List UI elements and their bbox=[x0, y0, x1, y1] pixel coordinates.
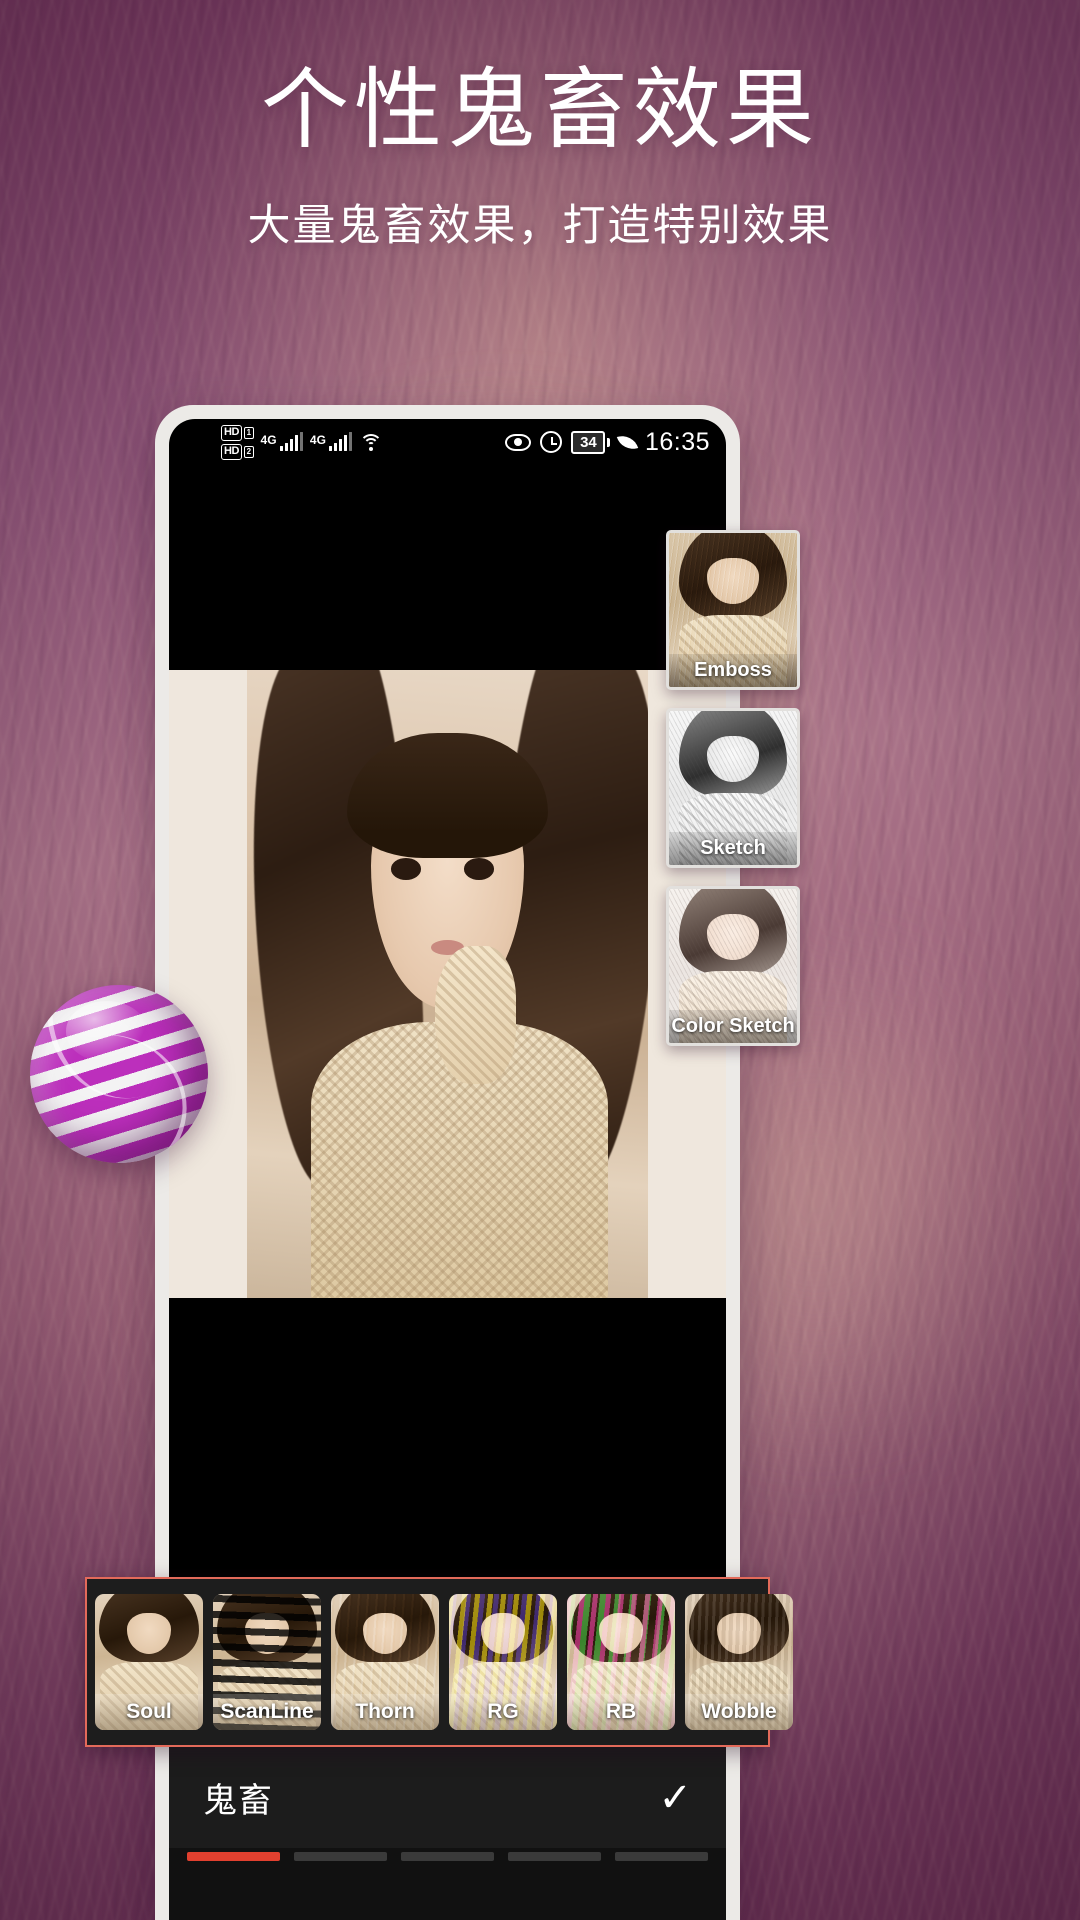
thumb-hair bbox=[217, 1594, 317, 1662]
filmstrip-item[interactable]: ScanLine bbox=[213, 1594, 321, 1730]
effect-filmstrip[interactable]: Soul ScanLine Thorn RG RB Wobble bbox=[85, 1577, 793, 1747]
signal-sim1: 4G bbox=[260, 432, 303, 451]
network-type-1: 4G bbox=[260, 433, 277, 447]
alarm-clock-icon bbox=[540, 431, 563, 453]
thumb-hair bbox=[335, 1594, 435, 1662]
preview-top-padding bbox=[169, 465, 726, 670]
decorative-striped-ball bbox=[30, 985, 208, 1163]
side-effect-card[interactable]: Color Sketch bbox=[666, 886, 800, 1046]
filmstrip-item[interactable]: Thorn bbox=[331, 1594, 439, 1730]
thumb-hair bbox=[571, 1594, 671, 1662]
side-effect-label: Emboss bbox=[669, 654, 797, 687]
photo-eye-right bbox=[463, 858, 494, 880]
signal-bars-icon-1 bbox=[279, 432, 303, 451]
thumb-face bbox=[481, 1613, 525, 1654]
hd-volte-stack: HD 1 HD 2 bbox=[221, 424, 254, 460]
battery-tip bbox=[606, 437, 610, 447]
status-bar: HD 1 HD 2 4G 4G 34 16:35 bbox=[169, 419, 726, 465]
tab-indicator-4[interactable] bbox=[508, 1852, 601, 1861]
bottom-tab-bar[interactable] bbox=[169, 1848, 726, 1920]
thumb-face bbox=[707, 913, 759, 960]
filmstrip-label: ScanLine bbox=[213, 1694, 321, 1730]
side-effect-card[interactable]: Emboss bbox=[666, 530, 800, 690]
status-time: 16:35 bbox=[644, 427, 710, 456]
leaf-icon bbox=[616, 431, 639, 453]
hd-sim1: HD 1 bbox=[221, 424, 254, 441]
filmstrip-label: RG bbox=[449, 1694, 557, 1730]
filmstrip-label: Thorn bbox=[331, 1694, 439, 1730]
sim2-number: 2 bbox=[244, 445, 254, 458]
thumb-hair bbox=[689, 1594, 789, 1662]
filmstrip-item[interactable]: RG bbox=[449, 1594, 557, 1730]
hd-icon-2: HD bbox=[221, 443, 243, 460]
thumb-face bbox=[599, 1613, 643, 1654]
thumb-face bbox=[245, 1613, 289, 1654]
filmstrip-label: Wobble bbox=[685, 1694, 793, 1730]
network-type-2: 4G bbox=[309, 433, 326, 447]
side-effect-cards[interactable]: Emboss Sketch Color Sketch bbox=[666, 530, 800, 1064]
side-effect-label: Sketch bbox=[669, 832, 797, 865]
thumb-hair bbox=[679, 711, 787, 798]
confirm-check-icon[interactable]: ✓ bbox=[658, 1778, 692, 1818]
thumb-face bbox=[707, 557, 759, 604]
filmstrip-item[interactable]: RB bbox=[567, 1594, 675, 1730]
thumb-face bbox=[707, 735, 759, 782]
signal-bars-icon-2 bbox=[328, 432, 353, 451]
thumb-hair bbox=[679, 889, 787, 976]
tab-indicator-3[interactable] bbox=[401, 1852, 494, 1861]
battery-percent: 34 bbox=[571, 430, 606, 454]
thumb-face bbox=[363, 1613, 407, 1654]
status-bar-left: HD 1 HD 2 4G 4G bbox=[221, 424, 383, 460]
filmstrip-label: RB bbox=[567, 1694, 675, 1730]
phone-mockup: HD 1 HD 2 4G 4G 34 16:35 鬼畜 ✓ Emboss Ske… bbox=[85, 405, 800, 1920]
filmstrip-item[interactable]: Soul bbox=[95, 1594, 203, 1730]
tab-indicator-5[interactable] bbox=[615, 1852, 708, 1861]
effect-category-label: 鬼畜 bbox=[203, 1782, 273, 1820]
page-subtitle: 大量鬼畜效果，打造特别效果 bbox=[247, 202, 833, 251]
battery-indicator: 34 bbox=[571, 430, 610, 454]
editor-canvas[interactable] bbox=[169, 670, 726, 1298]
canvas-left-margin bbox=[169, 670, 247, 1298]
filmstrip-label: Soul bbox=[95, 1694, 203, 1730]
sim1-number: 1 bbox=[244, 426, 254, 439]
hd-sim2: HD 2 bbox=[221, 443, 254, 460]
tab-indicator-2[interactable] bbox=[294, 1852, 387, 1861]
tab-indicator-active[interactable] bbox=[187, 1852, 280, 1861]
promo-headings: 个性鬼畜效果 大量鬼畜效果，打造特别效果 bbox=[0, 62, 1080, 253]
photo-eye-left bbox=[391, 858, 422, 880]
status-bar-right: 34 16:35 bbox=[505, 428, 710, 457]
thumb-hair bbox=[679, 533, 787, 620]
eye-icon bbox=[505, 433, 532, 451]
effect-category-bar: 鬼畜 ✓ bbox=[169, 1747, 726, 1848]
thumb-face bbox=[717, 1613, 761, 1654]
photo-hand bbox=[435, 946, 516, 1085]
side-effect-card[interactable]: Sketch bbox=[666, 708, 800, 868]
signal-sim2: 4G bbox=[309, 432, 353, 451]
wifi-icon bbox=[359, 433, 383, 451]
hd-icon-1: HD bbox=[221, 424, 243, 441]
page-title: 个性鬼畜效果 bbox=[260, 60, 819, 159]
thumb-hair bbox=[453, 1594, 553, 1662]
filmstrip-item[interactable]: Wobble bbox=[685, 1594, 793, 1730]
side-effect-label: Color Sketch bbox=[669, 1010, 797, 1043]
preview-photo[interactable] bbox=[247, 670, 648, 1298]
